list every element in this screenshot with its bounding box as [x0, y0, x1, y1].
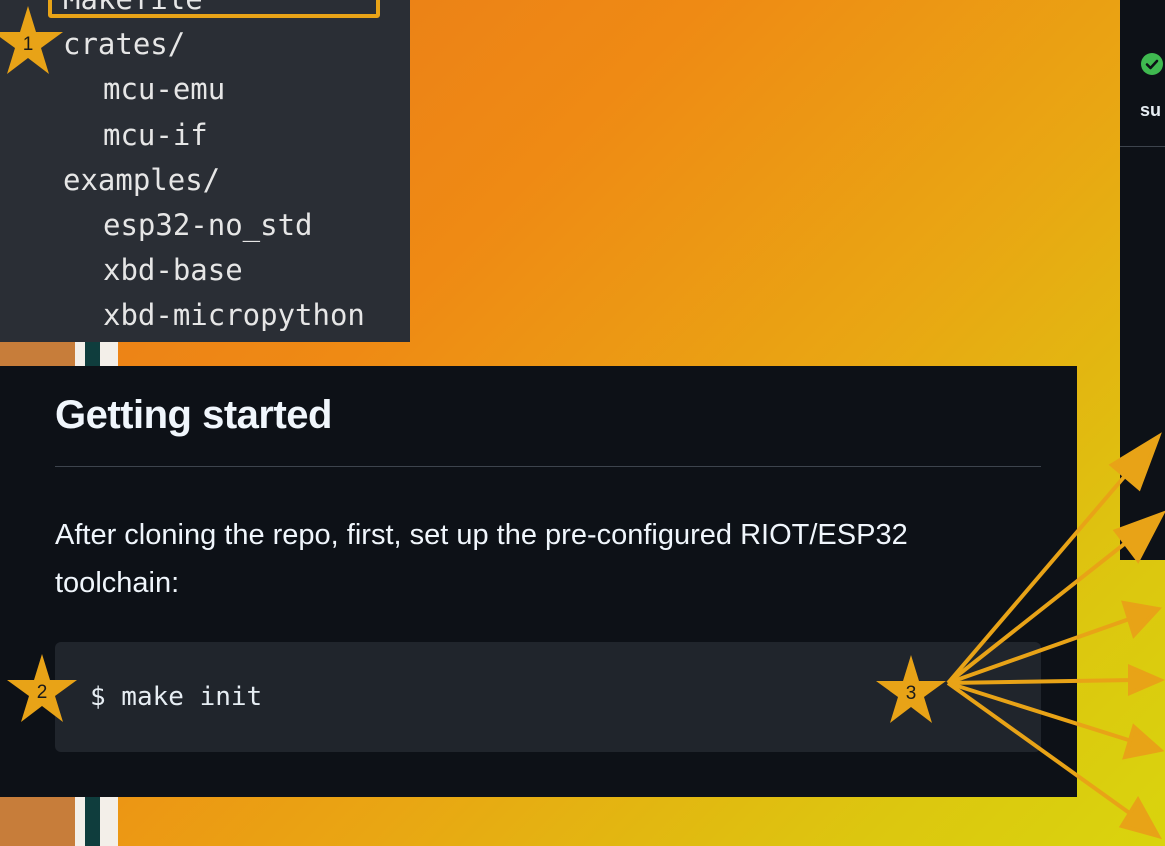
marker-label-2: 2: [37, 682, 48, 703]
arrows-group: [946, 432, 1165, 840]
arrow-2: [946, 510, 1165, 685]
marker-label-3: 3: [906, 683, 917, 704]
step-marker-3: 3: [876, 655, 946, 723]
step-marker-2: 2: [7, 654, 77, 722]
arrow-6: [946, 681, 1163, 840]
arrow-3: [947, 600, 1162, 685]
annotation-overlay: 1 2 3: [0, 6, 1165, 840]
step-marker-1: 1: [0, 6, 63, 74]
marker-label-1: 1: [23, 34, 34, 55]
